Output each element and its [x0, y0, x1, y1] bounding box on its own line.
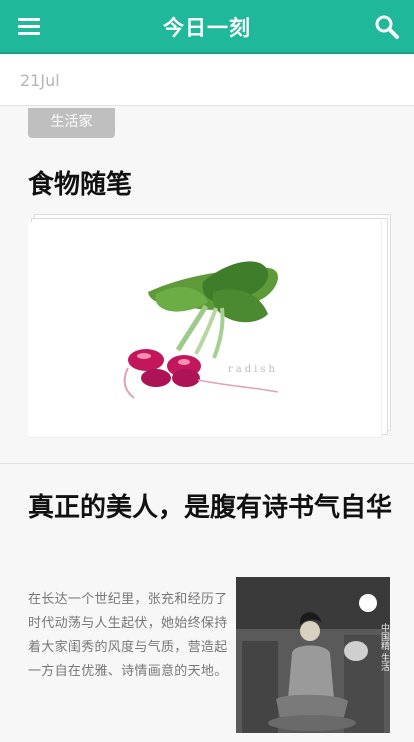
date-bar: 21Jul [0, 54, 414, 106]
app-title: 今日一刻 [163, 16, 251, 40]
cover-title-text: 中国精 生活 [379, 622, 390, 672]
article-image-stack[interactable]: radish [28, 214, 391, 440]
publisher-badge [359, 594, 377, 612]
article-title[interactable]: 食物随笔 [28, 164, 132, 201]
book-cover-image[interactable]: 中国精 生活 [236, 577, 390, 733]
top-app-bar: 今日一刻 [0, 0, 414, 54]
image-caption: radish [228, 364, 278, 375]
article-title[interactable]: 真正的美人，是腹有诗书气自华 [28, 489, 394, 527]
search-icon[interactable] [374, 14, 400, 40]
article-excerpt: 在长达一个世纪里，张充和经历了时代动荡与人生起伏，她始终保持着大家闺秀的风度与气… [28, 592, 228, 679]
article-card[interactable]: 真正的美人，是腹有诗书气自华 在长达一个世纪里，张充和经历了时代动荡与人生起伏，… [0, 465, 414, 742]
category-tag[interactable]: 生活家 [28, 108, 115, 138]
radish-illustration: radish [28, 222, 380, 436]
date-label: 21Jul [20, 71, 60, 90]
article-card[interactable]: 生活家 食物随笔 radish [0, 106, 414, 464]
